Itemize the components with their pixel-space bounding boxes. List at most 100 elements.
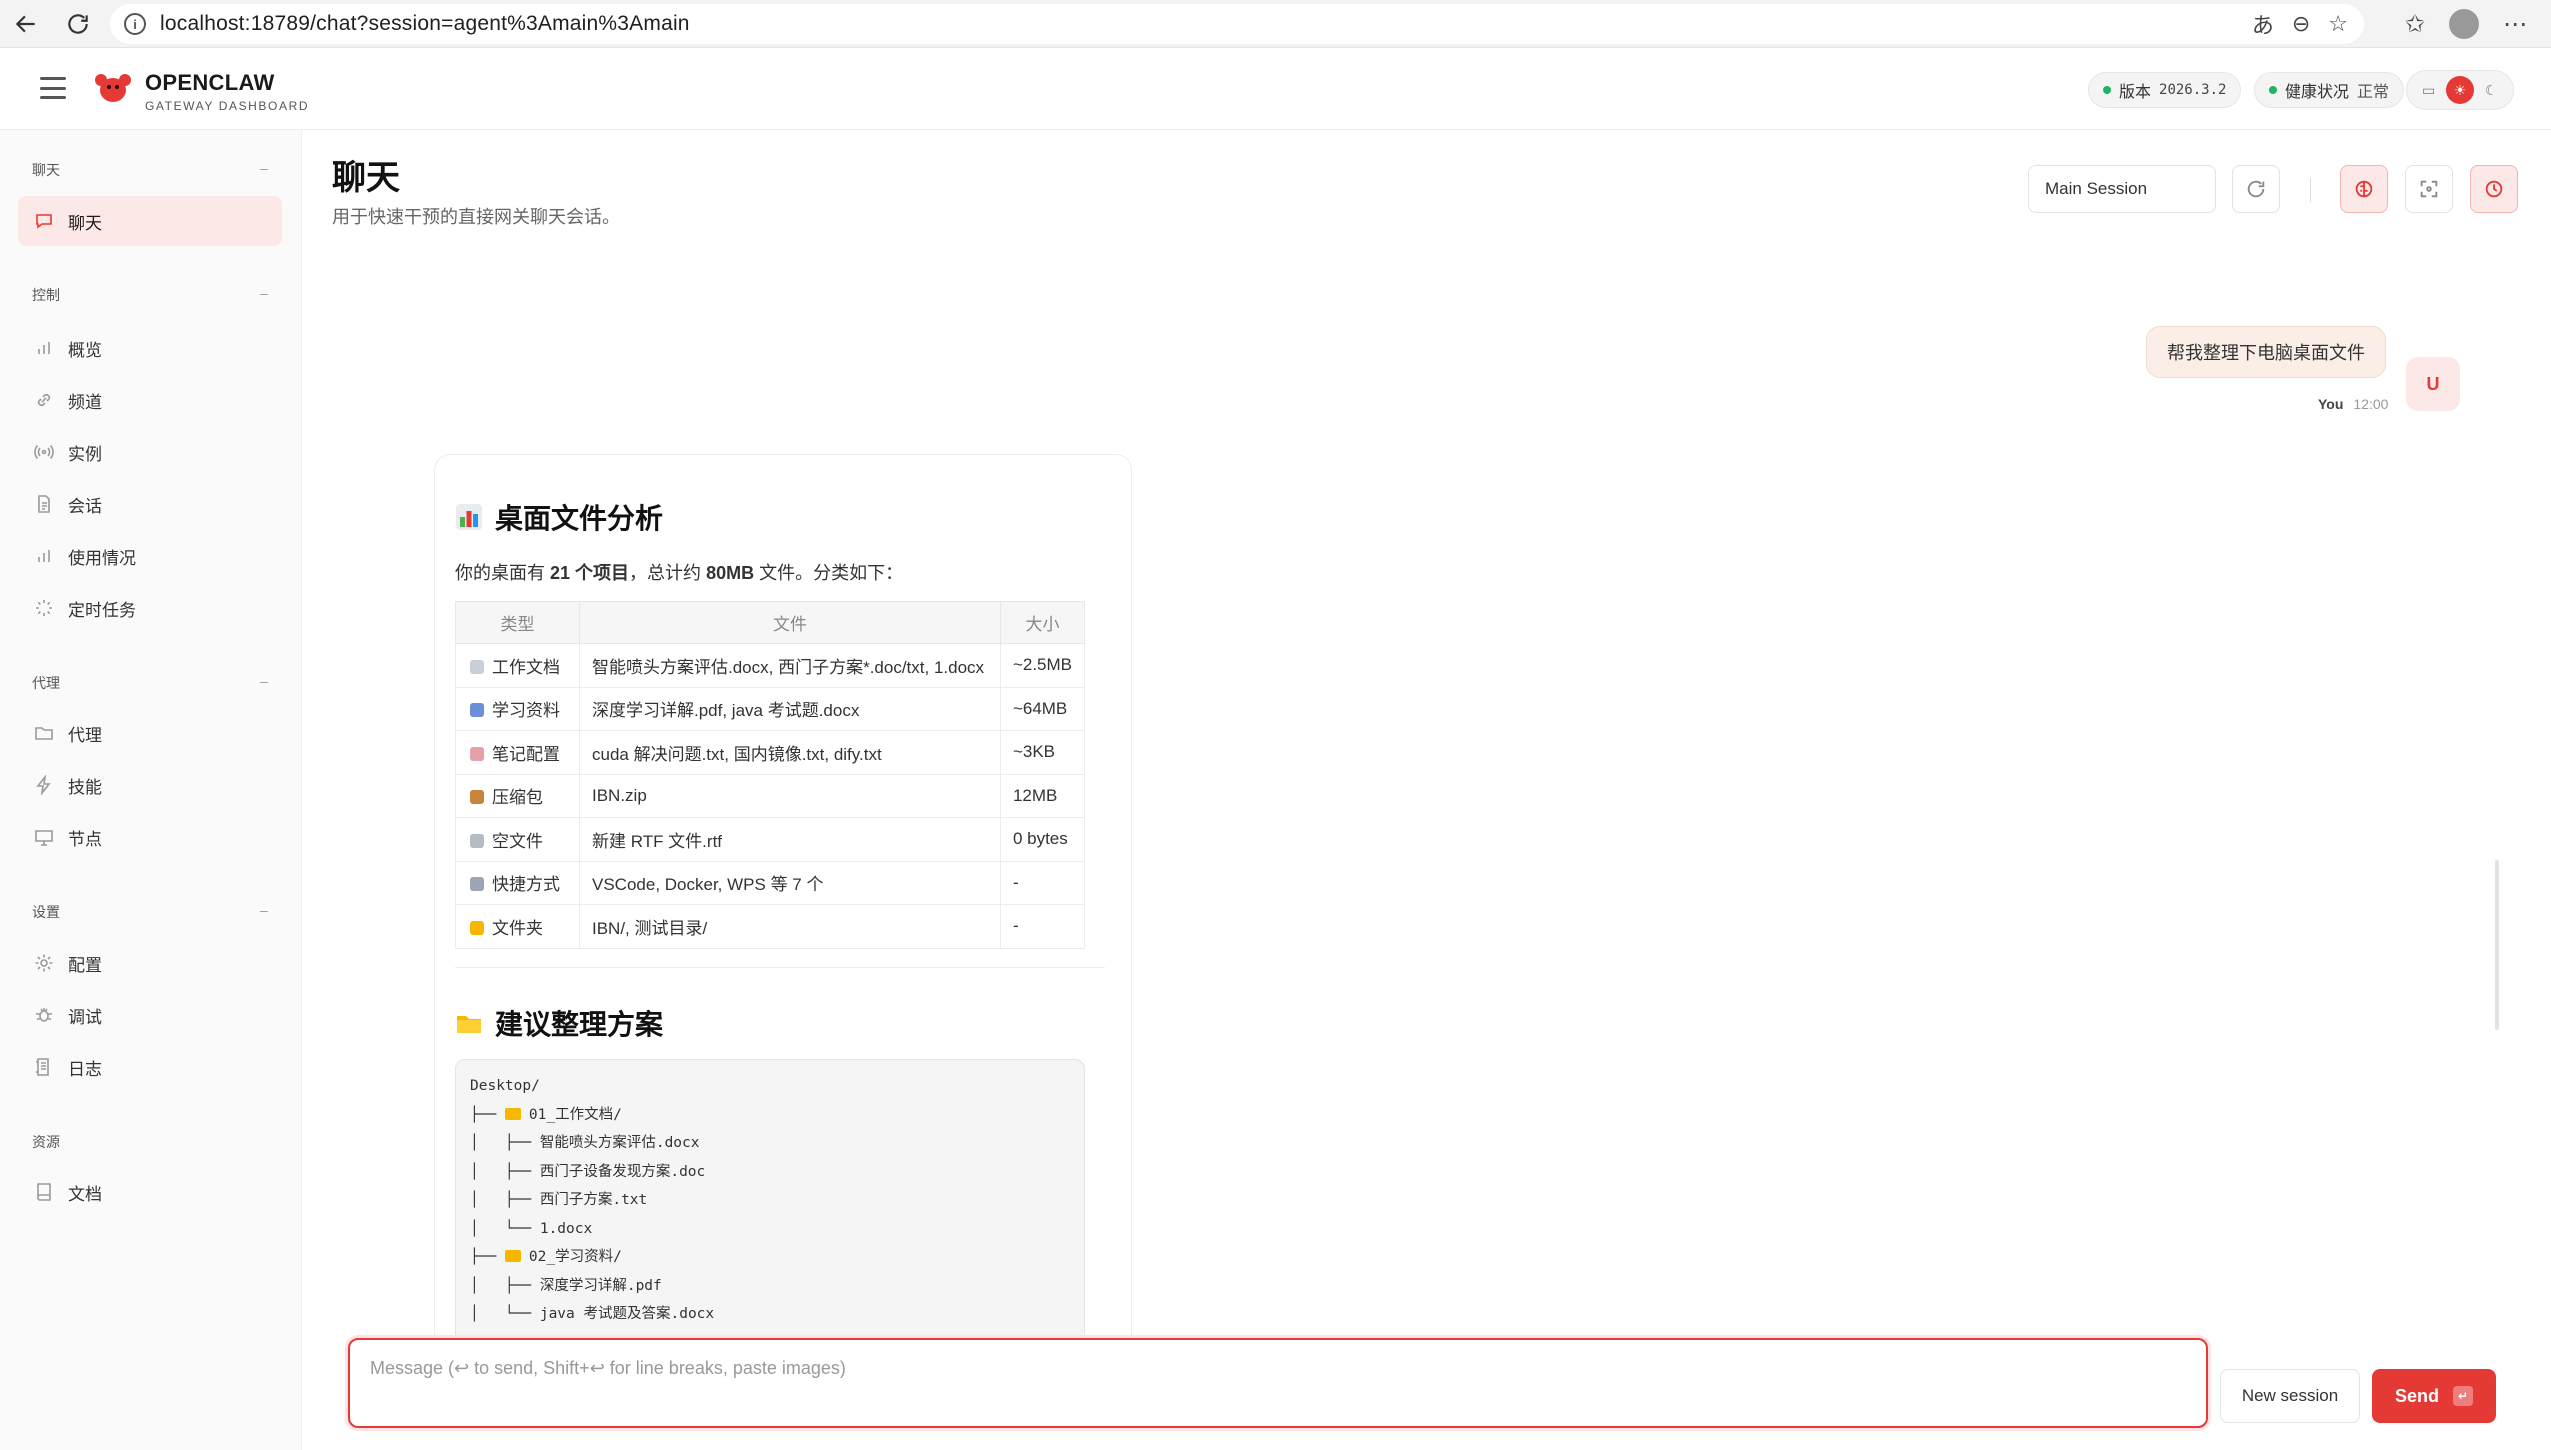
type-cell: 学习资料 bbox=[455, 686, 580, 731]
sidebar-item-cron[interactable]: 定时任务 bbox=[18, 583, 282, 633]
favorites-icon[interactable]: ✩ bbox=[2405, 10, 2425, 39]
page-subtitle: 用于快速干预的直接网关聊天会话。 bbox=[332, 207, 620, 227]
code-line: │ └── 1.docx bbox=[470, 1220, 593, 1237]
code-line: │ ├── 智能喷头方案评估.docx bbox=[470, 1135, 700, 1151]
sidebar-item-label: 代理 bbox=[68, 725, 102, 745]
type-cell: 笔记配置 bbox=[455, 730, 580, 775]
monitor-icon bbox=[34, 827, 54, 847]
send-label: Send bbox=[2394, 1385, 2439, 1406]
sun-theme-icon[interactable]: ☀ bbox=[2445, 76, 2474, 104]
url-text[interactable]: localhost:18789/chat?session=agent%3Amai… bbox=[160, 12, 690, 36]
sidebar-item-config[interactable]: 配置 bbox=[18, 938, 282, 988]
folder-emoji-icon bbox=[457, 1016, 481, 1033]
sidebar-item-instances[interactable]: 实例 bbox=[18, 427, 282, 477]
site-info-icon[interactable]: i bbox=[124, 13, 146, 35]
type-cell: 文件夹 bbox=[455, 904, 580, 949]
sidebar-item-label: 技能 bbox=[68, 777, 102, 797]
brand: OPENCLAW GATEWAY DASHBOARD bbox=[145, 70, 309, 113]
sidebar-item-usage[interactable]: 使用情况 bbox=[18, 531, 282, 581]
sidebar-item-docs[interactable]: 文档 bbox=[18, 1167, 282, 1217]
category-icon bbox=[470, 877, 484, 892]
address-bar[interactable]: i localhost:18789/chat?session=agent%3Am… bbox=[110, 4, 2364, 44]
sidebar-item-debug[interactable]: 调试 bbox=[18, 990, 282, 1040]
profile-avatar[interactable] bbox=[2449, 9, 2479, 39]
column-header: 文件 bbox=[579, 601, 1001, 644]
folder-icon bbox=[504, 1250, 521, 1262]
size-cell: ~2.5MB bbox=[999, 643, 1086, 688]
session-select[interactable]: Main Session bbox=[2028, 165, 2216, 213]
sidebar-item-sessions[interactable]: 会话 bbox=[18, 479, 282, 529]
sidebar-item-overview[interactable]: 概览 bbox=[18, 323, 282, 373]
tree-prefix: ├── bbox=[470, 1106, 505, 1123]
version-pill: 版本 2026.3.2 bbox=[2088, 72, 2242, 108]
bar-chart-icon bbox=[34, 338, 54, 358]
bar-chart-icon bbox=[34, 546, 54, 566]
back-icon[interactable] bbox=[6, 4, 46, 44]
sidebar-item-label: 节点 bbox=[68, 829, 102, 849]
more-menu-icon[interactable]: ⋯ bbox=[2503, 10, 2527, 39]
thinking-toggle-button[interactable] bbox=[2340, 165, 2388, 213]
chat-scrollbar[interactable] bbox=[2495, 860, 2499, 1030]
sidebar-item-agents[interactable]: 代理 bbox=[18, 708, 282, 758]
type-label: 压缩包 bbox=[492, 788, 543, 808]
clock-icon bbox=[2485, 180, 2503, 198]
message-time: 12:00 bbox=[2353, 396, 2389, 412]
bookmark-star-icon[interactable]: ☆ bbox=[2328, 11, 2348, 37]
category-icon bbox=[470, 746, 484, 761]
collapse-toggle[interactable]: – bbox=[260, 673, 268, 689]
history-button[interactable] bbox=[2470, 165, 2518, 213]
translate-icon[interactable]: あ bbox=[2252, 8, 2274, 40]
code-line: ├── 02_学习资料/ bbox=[470, 1243, 1070, 1272]
sidebar-item-chat[interactable]: 聊天 bbox=[18, 196, 282, 246]
reload-icon[interactable] bbox=[58, 4, 98, 44]
table-row: 文件夹 IBN/, 测试目录/- bbox=[455, 904, 1086, 949]
refresh-button[interactable] bbox=[2232, 165, 2280, 213]
brain-icon bbox=[2355, 180, 2373, 198]
health-label: 健康状况 bbox=[2285, 84, 2350, 101]
section-title: 控制 bbox=[32, 287, 60, 303]
type-label: 学习资料 bbox=[492, 701, 560, 721]
sidebar-item-nodes[interactable]: 节点 bbox=[18, 812, 282, 862]
user-name: You bbox=[2318, 396, 2344, 412]
sidebar-item-logs[interactable]: 日志 bbox=[18, 1042, 282, 1092]
analysis-heading: 桌面文件分析 bbox=[455, 497, 663, 537]
brand-subtitle: GATEWAY DASHBOARD bbox=[145, 99, 310, 113]
book-icon bbox=[34, 1182, 54, 1202]
folder-tree-code-block: Desktop/ ├── 01_工作文档/ │ ├── 智能喷头方案评估.docx │… bbox=[455, 1059, 1085, 1353]
size-cell: - bbox=[999, 904, 1086, 949]
loader-icon bbox=[34, 598, 54, 618]
chat-icon bbox=[34, 211, 54, 231]
tree-text: 02_学习资料/ bbox=[528, 1249, 622, 1265]
zoom-icon[interactable]: ⊖ bbox=[2292, 11, 2310, 37]
bar-chart-emoji-icon bbox=[456, 504, 482, 530]
collapse-toggle[interactable]: – bbox=[260, 160, 268, 176]
monitor-theme-icon[interactable]: ▭ bbox=[2415, 76, 2443, 104]
moon-theme-icon[interactable]: ☾ bbox=[2477, 76, 2505, 104]
sidebar-item-skills[interactable]: 技能 bbox=[18, 760, 282, 810]
section-divider bbox=[455, 967, 1105, 968]
section-title: 聊天 bbox=[32, 162, 60, 178]
new-session-button[interactable]: New session bbox=[2220, 1369, 2360, 1423]
menu-toggle-icon[interactable] bbox=[40, 77, 66, 99]
status-dot bbox=[2103, 86, 2111, 94]
plan-title: 建议整理方案 bbox=[495, 1009, 664, 1040]
collapse-toggle[interactable]: – bbox=[260, 285, 268, 301]
message-input[interactable] bbox=[370, 1358, 2186, 1408]
collapse-toggle[interactable]: – bbox=[260, 902, 268, 918]
send-button[interactable]: Send ↵ bbox=[2372, 1369, 2496, 1423]
document-icon bbox=[34, 494, 54, 514]
size-cell: ~3KB bbox=[999, 730, 1086, 775]
sidebar-item-channels[interactable]: 频道 bbox=[18, 375, 282, 425]
table-header-row: 类型 文件 大小 bbox=[455, 601, 1086, 644]
sidebar-item-label: 配置 bbox=[68, 955, 102, 975]
type-cell: 快捷方式 bbox=[455, 860, 580, 905]
user-message-meta: You 12:00 bbox=[2318, 396, 2388, 412]
sidebar-item-label: 定时任务 bbox=[68, 600, 136, 620]
lightning-icon bbox=[34, 775, 54, 795]
intro-text: 你的桌面有 bbox=[455, 563, 551, 583]
sidebar-item-label: 日志 bbox=[68, 1059, 102, 1079]
file-category-table: 类型 文件 大小 工作文档 智能喷头方案评估.docx, 西门子方案*.doc/t… bbox=[455, 601, 1086, 949]
sidebar-item-label: 会话 bbox=[68, 496, 102, 516]
type-cell: 空文件 bbox=[455, 817, 580, 862]
focus-mode-button[interactable] bbox=[2405, 165, 2453, 213]
